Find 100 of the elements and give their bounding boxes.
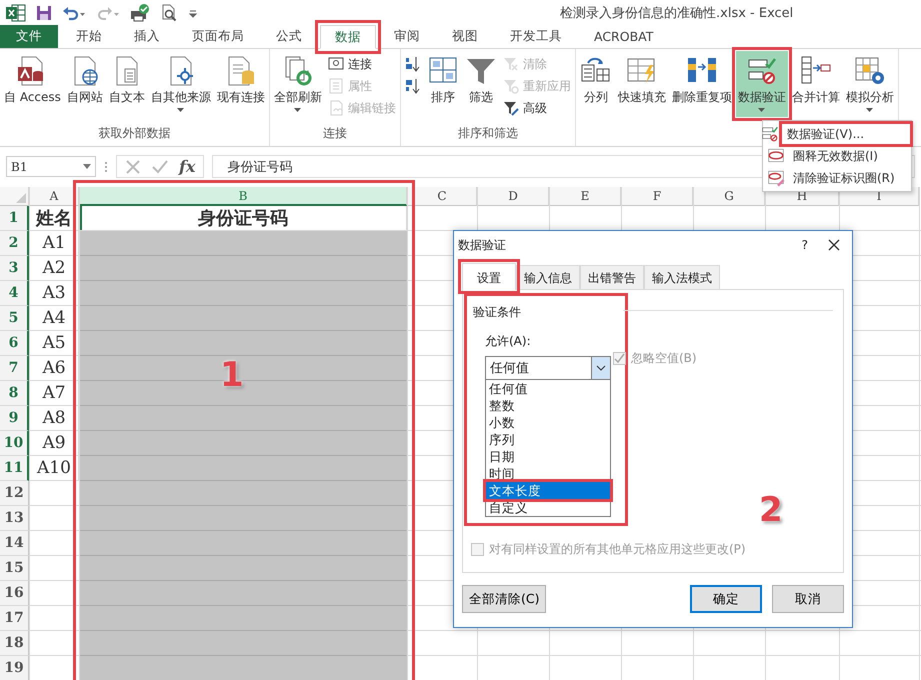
ribbon-tab[interactable]: 审阅 [380,25,434,48]
row-header[interactable]: 13 [0,506,29,531]
list-option[interactable]: 日期 [486,448,610,465]
drag-handle-icon [104,160,108,172]
ribbon-button[interactable]: 删除重复项 [670,51,734,117]
allow-dropdown[interactable]: 任何值 [485,356,611,380]
row-header[interactable]: 3 [0,256,29,281]
row-header[interactable]: 9 [0,406,29,431]
list-option[interactable]: 时间 [486,465,610,482]
ribbon-button[interactable]: 全部刷新 [272,51,324,117]
list-option[interactable]: 自定义 [486,499,610,516]
menu-item[interactable]: 数据验证(V)... [781,123,911,145]
checkbox-label: 忽略空值(B) [631,350,697,367]
row-header[interactable]: 14 [0,531,29,556]
column-header[interactable]: D [478,187,549,206]
ribbon-button[interactable]: 现有连接 [214,51,267,117]
group-label: 排序和筛选 [456,125,519,142]
row-header[interactable]: 2 [0,231,29,256]
table-cell: A3 [30,281,79,306]
list-option[interactable]: 文本长度 [486,482,610,499]
app-logo-icon [6,4,26,22]
dialog-button[interactable]: 全部清除(C) [462,585,546,613]
dialog-tab[interactable]: 输入法模式 [644,265,720,289]
dialog-tab[interactable]: 输入信息 [516,265,580,289]
dropdown-caret-icon [758,108,766,112]
sort-descending-icon [404,78,421,94]
row-header[interactable]: 6 [0,331,29,356]
ribbon-button[interactable]: 合并计算 [790,51,842,117]
ribbon-tab[interactable]: 页面布局 [178,25,258,48]
ribbon-button[interactable]: 筛选 [462,51,499,117]
table-cell: A2 [30,256,79,281]
ribbon-button[interactable]: 自其他来源 [148,51,213,117]
window-title: 检测录入身份信息的准确性.xlsx - Excel [560,5,794,22]
ribbon-tab[interactable]: 开发工具 [496,25,576,48]
name-box[interactable]: B1 [6,156,96,177]
dialog-button[interactable]: 取消 [772,585,844,613]
funnel-pencil-icon [502,100,519,116]
ribbon-button[interactable]: 自 Access [2,51,63,117]
column-header[interactable]: A [30,187,79,206]
ribbon-button[interactable]: 分列 [578,51,614,117]
file-tab[interactable]: 文件 [0,25,58,48]
ribbon-button[interactable]: 快速填充 [616,51,668,117]
ribbon-button[interactable]: 自文本 [106,51,147,117]
list-option[interactable]: 小数 [486,414,610,431]
ribbon-tab[interactable]: ACROBAT [580,25,668,48]
table-cell: A1 [30,231,79,256]
ribbon-tab[interactable]: 插入 [120,25,174,48]
ribbon-button[interactable]: 模拟分析 [844,51,896,117]
insert-function-button[interactable]: fx [179,157,196,176]
ribbon-button[interactable]: 数据验证 [736,51,788,117]
row-header[interactable]: 12 [0,481,29,506]
list-option[interactable]: 序列 [486,431,610,448]
field-label: 允许(A): [485,333,532,350]
row-header[interactable]: 15 [0,556,29,581]
customize-caret-icon[interactable] [188,8,198,18]
dialog-button[interactable]: 确定 [690,585,762,613]
row-header[interactable]: 18 [0,631,29,656]
ribbon-button[interactable]: 自网站 [64,51,105,117]
list-option[interactable]: 整数 [486,397,610,414]
connections-icon [328,56,344,72]
print-preview-icon[interactable] [160,4,178,22]
ribbon-tab[interactable]: 开始 [62,25,116,48]
dropdown-caret-icon [866,108,874,112]
list-option[interactable]: 任何值 [486,380,610,397]
row-header[interactable]: 4 [0,281,29,306]
undo-icon[interactable] [62,4,86,20]
ribbon-tab[interactable]: 公式 [262,25,316,48]
save-icon[interactable] [36,4,52,20]
row-header[interactable]: 16 [0,581,29,606]
ribbon-button[interactable]: 连接 [326,53,398,75]
column-header[interactable]: F [622,187,693,206]
dialog-tab[interactable]: 出错警告 [580,265,644,289]
row-header[interactable]: 7 [0,356,29,381]
dialog-title: 数据验证 [458,236,507,254]
properties-icon [328,78,344,94]
row-header[interactable]: 10 [0,431,29,456]
row-header[interactable]: 8 [0,381,29,406]
row-header[interactable]: 11 [0,456,29,481]
ribbon-button[interactable]: 高级 [500,97,573,119]
column-header[interactable]: C [408,187,477,206]
ribbon-button[interactable]: 排序 [424,51,461,117]
row-header[interactable]: 17 [0,606,29,631]
what-if-analysis-icon [854,55,886,87]
row-header[interactable]: 5 [0,306,29,331]
edit-links-icon [328,100,344,116]
enter-check-icon[interactable] [151,158,169,174]
column-header[interactable]: G [694,187,765,206]
close-icon [828,239,840,251]
help-button[interactable]: ? [802,238,808,252]
table-cell: A10 [30,456,79,481]
annotation-number: 1 [220,355,244,395]
printer-check-icon[interactable] [130,4,150,22]
row-header[interactable]: 1 [0,206,29,231]
column-header[interactable]: E [550,187,621,206]
ribbon-tab[interactable]: 视图 [438,25,492,48]
table-cell: A9 [30,431,79,456]
table-cell: 姓名 [30,206,79,231]
column-header[interactable]: B [80,187,407,206]
clear-circles-icon [767,169,785,187]
dropdown-caret-icon[interactable] [83,164,91,169]
